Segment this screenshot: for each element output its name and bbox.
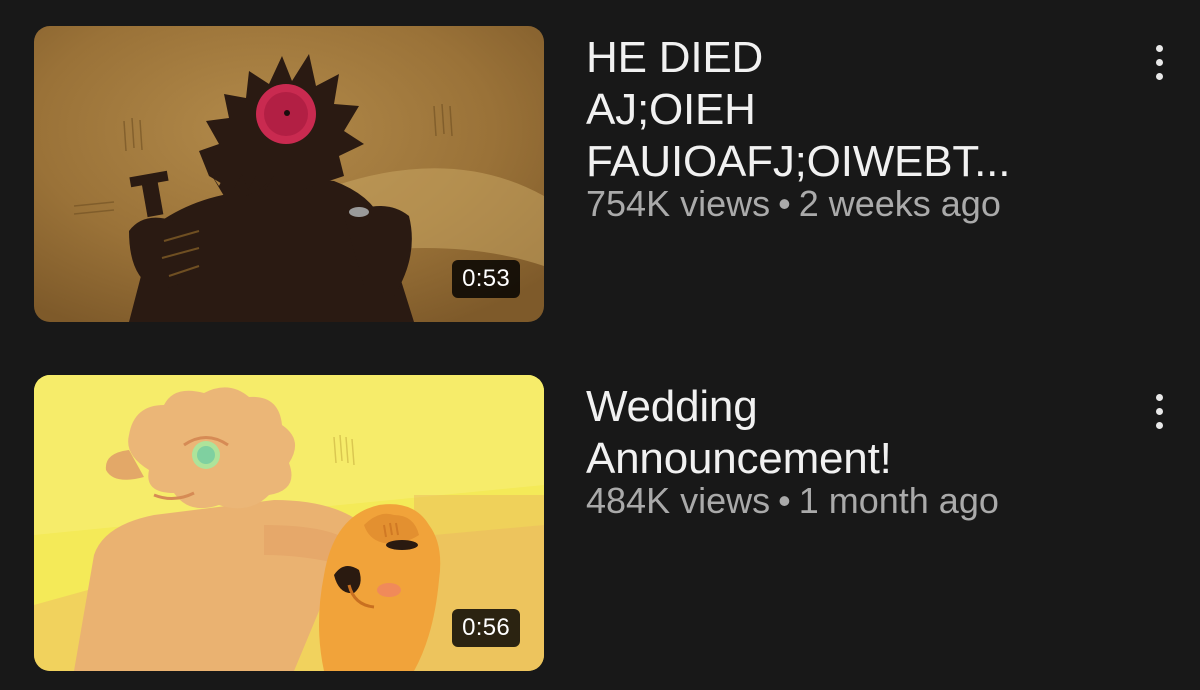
video-list-item[interactable]: 0:53 HE DIED AJ;OIEH FAUIOAFJ;OIWEBT... …: [0, 26, 1200, 326]
upload-age: 2 weeks ago: [798, 183, 1001, 224]
view-count: 484K views: [586, 480, 771, 521]
view-count: 754K views: [586, 183, 771, 224]
video-info: Wedding Announcement! 484K views • 1 month…: [586, 381, 1126, 521]
video-feed: 0:53 HE DIED AJ;OIEH FAUIOAFJ;OIWEBT... …: [0, 0, 1200, 690]
video-info: HE DIED AJ;OIEH FAUIOAFJ;OIWEBT... 754K …: [586, 32, 1126, 224]
more-vert-icon[interactable]: [1142, 383, 1176, 439]
video-thumbnail[interactable]: 0:53: [34, 26, 544, 322]
video-title[interactable]: HE DIED AJ;OIEH FAUIOAFJ;OIWEBT...: [586, 32, 1126, 188]
video-thumbnail[interactable]: 0:56: [34, 375, 544, 671]
duration-badge: 0:53: [452, 260, 520, 298]
video-metadata: 754K views • 2 weeks ago: [586, 184, 1126, 224]
meta-separator: •: [778, 183, 791, 224]
duration-badge: 0:56: [452, 609, 520, 647]
video-list-item[interactable]: 0:56 Wedding Announcement! 484K views • 1 …: [0, 375, 1200, 675]
upload-age: 1 month ago: [798, 480, 999, 521]
video-title[interactable]: Wedding Announcement!: [586, 381, 1126, 485]
meta-separator: •: [778, 480, 791, 521]
video-metadata: 484K views • 1 month ago: [586, 481, 1126, 521]
more-vert-icon[interactable]: [1142, 34, 1176, 90]
